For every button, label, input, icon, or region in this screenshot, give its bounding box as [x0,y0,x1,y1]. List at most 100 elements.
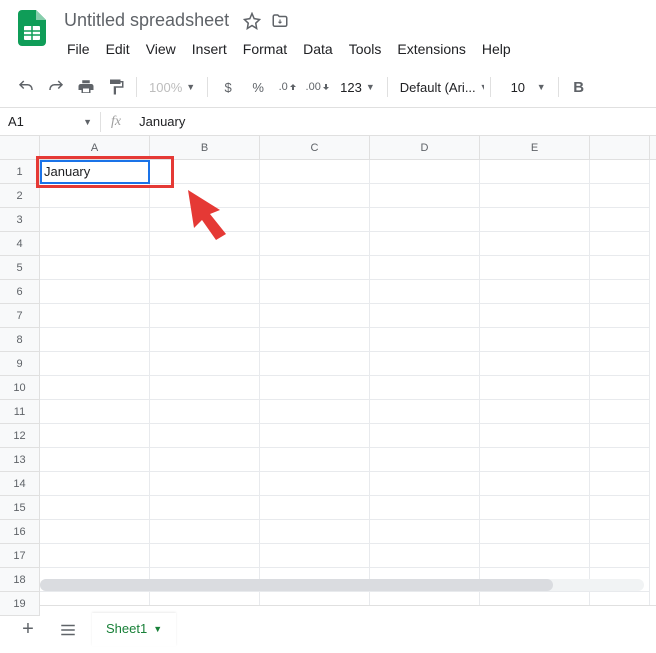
cell[interactable] [370,328,480,352]
cell[interactable] [480,208,590,232]
cell[interactable] [260,256,370,280]
cell[interactable] [40,520,150,544]
cell[interactable] [480,448,590,472]
cell[interactable] [260,304,370,328]
cell[interactable] [370,304,480,328]
cell[interactable] [150,376,260,400]
cell[interactable] [150,208,260,232]
menu-tools[interactable]: Tools [342,37,389,61]
cell[interactable] [590,472,650,496]
cell[interactable] [40,424,150,448]
cell[interactable] [590,448,650,472]
all-sheets-button[interactable] [52,614,84,646]
cell[interactable] [370,376,480,400]
cell[interactable] [150,448,260,472]
cell[interactable] [480,496,590,520]
cell[interactable] [260,328,370,352]
cell[interactable] [40,184,150,208]
cell[interactable] [150,496,260,520]
currency-button[interactable]: $ [214,73,242,101]
cell[interactable] [480,304,590,328]
row-header[interactable]: 11 [0,400,39,424]
cell[interactable] [480,328,590,352]
cell[interactable] [150,304,260,328]
row-header[interactable]: 17 [0,544,39,568]
cell[interactable] [40,328,150,352]
cell[interactable] [150,472,260,496]
add-sheet-button[interactable]: + [12,614,44,646]
font-dropdown[interactable]: Default (Ari... ▼ [394,76,484,99]
zoom-dropdown[interactable]: 100% ▼ [143,76,201,99]
cell[interactable] [480,160,590,184]
cell[interactable] [150,280,260,304]
cell[interactable]: January [40,160,150,184]
cell[interactable] [40,352,150,376]
menu-insert[interactable]: Insert [185,37,234,61]
cell[interactable] [260,184,370,208]
cell[interactable] [40,232,150,256]
menu-view[interactable]: View [139,37,183,61]
row-header[interactable]: 4 [0,232,39,256]
name-box[interactable]: A1▼ [0,114,100,129]
cell[interactable] [590,424,650,448]
cell[interactable] [150,160,260,184]
cell[interactable] [260,472,370,496]
cell[interactable] [370,496,480,520]
row-header[interactable]: 3 [0,208,39,232]
cell[interactable] [40,544,150,568]
cell[interactable] [150,520,260,544]
bold-button[interactable]: B [565,73,593,101]
number-format-dropdown[interactable]: 123▼ [334,76,381,99]
column-header[interactable]: A [40,136,150,159]
cell[interactable] [590,184,650,208]
row-header[interactable]: 7 [0,304,39,328]
cell[interactable] [150,184,260,208]
cell[interactable] [480,472,590,496]
cell[interactable] [480,256,590,280]
document-title[interactable]: Untitled spreadsheet [60,8,233,33]
cell[interactable] [260,352,370,376]
cell[interactable] [590,544,650,568]
cell[interactable] [590,328,650,352]
cell[interactable] [260,280,370,304]
cell[interactable] [150,544,260,568]
cell[interactable] [370,160,480,184]
cell[interactable] [40,280,150,304]
cell[interactable] [40,304,150,328]
column-header[interactable] [590,136,650,159]
cell[interactable] [590,304,650,328]
menu-format[interactable]: Format [236,37,294,61]
cell[interactable] [480,232,590,256]
cell[interactable] [480,400,590,424]
cell[interactable] [260,520,370,544]
cell[interactable] [150,424,260,448]
cell[interactable] [370,280,480,304]
cell[interactable] [370,472,480,496]
decrease-decimal-button[interactable]: .0 [274,73,302,101]
cell[interactable] [370,208,480,232]
cell[interactable] [150,328,260,352]
cell[interactable] [590,208,650,232]
cell[interactable] [370,448,480,472]
column-header[interactable]: C [260,136,370,159]
row-header[interactable]: 9 [0,352,39,376]
row-header[interactable]: 5 [0,256,39,280]
cell[interactable] [590,400,650,424]
row-header[interactable]: 6 [0,280,39,304]
menu-help[interactable]: Help [475,37,518,61]
cell[interactable] [150,400,260,424]
cell[interactable] [260,544,370,568]
cell[interactable] [260,208,370,232]
cell[interactable] [370,544,480,568]
cell[interactable] [480,184,590,208]
row-header[interactable]: 12 [0,424,39,448]
move-folder-icon[interactable] [271,12,289,30]
increase-decimal-button[interactable]: .00 [304,73,332,101]
cell[interactable] [40,208,150,232]
column-header[interactable]: D [370,136,480,159]
sheets-logo[interactable] [12,8,52,48]
redo-button[interactable] [42,73,70,101]
cell[interactable] [370,520,480,544]
cell[interactable] [370,256,480,280]
cell[interactable] [590,376,650,400]
